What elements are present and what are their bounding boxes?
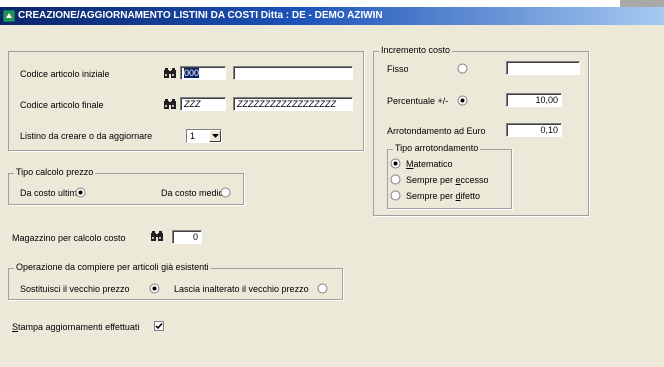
matematico-label: Matematico [406,159,453,169]
radio-dot [393,161,398,166]
fisso-input[interactable] [506,61,580,75]
binoculars-icon[interactable] [150,230,164,242]
operazione-group: Operazione da compiere per articoli già … [8,262,343,300]
listino-dropdown-button[interactable] [209,130,221,142]
operazione-legend: Operazione da compiere per articoli già … [14,262,211,272]
incremento-legend: Incremento costo [379,45,453,55]
codice-finale-label: Codice articolo finale [20,100,104,110]
lascia-label: Lascia inalterato il vecchio prezzo [174,284,309,294]
articoli-group: Codice articolo iniziale 000 Codice arti… [8,51,364,151]
tipo-arrotondamento-group: Tipo arrotondamento Matematico Sempre pe… [387,143,512,209]
listino-label: Listino da creare o da aggiornare [20,131,153,141]
sostituisci-radio[interactable] [149,283,160,294]
difetto-label-rest: ifetto [460,191,481,201]
codice-iniziale-label: Codice articolo iniziale [20,69,110,79]
radio-dot [152,286,157,291]
binoculars-icon[interactable] [163,67,177,79]
eccesso-label: Sempre per eccesso [406,175,489,185]
arrotondamento-input[interactable]: 0,10 [506,123,562,137]
costo-medio-radio[interactable] [220,187,231,198]
arrotondamento-label: Arrotondamento ad Euro [387,126,486,136]
stampa-label-rest: tampa aggiornamenti effettuati [18,322,140,332]
listino-value: 1 [190,131,196,141]
costo-ultimo-label: Da costo ultimo [20,188,83,198]
app-icon [3,10,15,22]
fisso-label: Fisso [387,64,409,74]
matematico-label-accel: M [406,159,414,169]
radio-dot [78,190,83,195]
costo-medio-label: Da costo medio [161,188,224,198]
lascia-radio[interactable] [317,283,328,294]
tipo-calcolo-group: Tipo calcolo prezzo Da costo ultimo Da c… [8,167,244,205]
costo-ultimo-radio[interactable] [75,187,86,198]
form-area: Codice articolo iniziale 000 Codice arti… [0,25,664,367]
stampa-checkbox[interactable] [154,321,164,331]
sostituisci-label: Sostituisci il vecchio prezzo [20,284,130,294]
tipo-arrotondamento-legend: Tipo arrotondamento [393,143,481,153]
fisso-radio[interactable] [457,63,468,74]
codice-finale-desc: ZZZZZZZZZZZZZZZZZZ [233,97,353,111]
magazzino-label: Magazzino per calcolo costo [12,233,126,243]
codice-iniziale-desc [233,66,353,80]
eccesso-label-rest: ccesso [460,175,489,185]
percentuale-input[interactable]: 10,00 [506,93,562,107]
difetto-radio[interactable] [390,190,401,201]
magazzino-input[interactable]: 0 [172,230,202,244]
top-strip-grey [620,0,664,7]
codice-finale-input[interactable]: ZZZ [180,97,226,111]
radio-dot [460,98,465,103]
eccesso-radio[interactable] [390,174,401,185]
binoculars-icon[interactable] [163,98,177,110]
percentuale-radio[interactable] [457,95,468,106]
title-bar[interactable]: CREAZIONE/AGGIORNAMENTO LISTINI DA COSTI… [0,7,664,25]
stampa-label: Stampa aggiornamenti effettuati [12,322,139,332]
top-strip [0,0,664,7]
difetto-label-pre: Sempre per [406,191,456,201]
codice-iniziale-input[interactable]: 000 [180,66,226,80]
matematico-radio[interactable] [390,158,401,169]
window-title: CREAZIONE/AGGIORNAMENTO LISTINI DA COSTI… [18,10,383,21]
incremento-group: Incremento costo Fisso Percentuale +/- 1… [373,45,589,216]
eccesso-label-pre: Sempre per [406,175,456,185]
percentuale-label: Percentuale +/- [387,96,449,106]
listino-select[interactable]: 1 [186,129,222,143]
chevron-down-icon [212,134,219,138]
difetto-label: Sempre per difetto [406,191,480,201]
tipo-calcolo-legend: Tipo calcolo prezzo [14,167,96,177]
matematico-label-rest: atematico [413,159,453,169]
